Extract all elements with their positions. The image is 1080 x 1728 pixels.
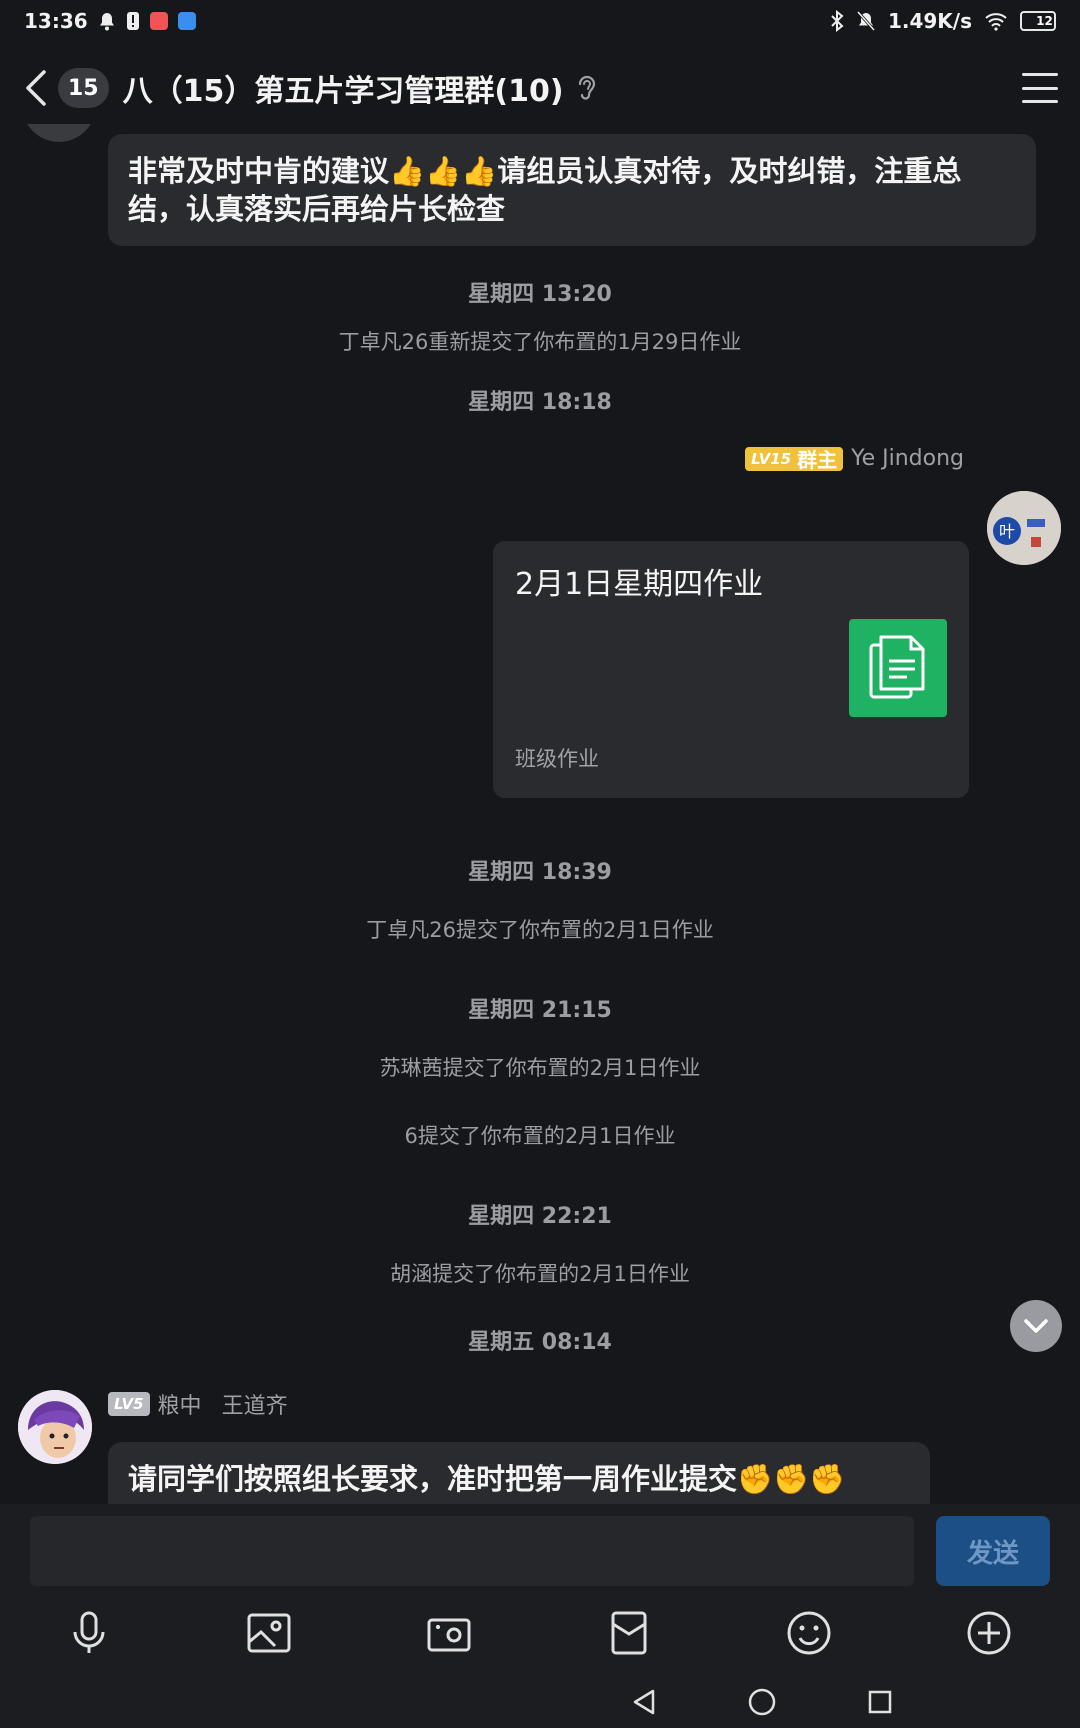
red-packet-icon[interactable]	[604, 1608, 654, 1658]
home-circle-icon[interactable]	[742, 1684, 782, 1720]
app-notification-icon	[177, 12, 196, 30]
system-notice: 胡涵提交了你布置的2月1日作业	[390, 1262, 690, 1286]
file-title: 2月1日星期四作业	[515, 567, 764, 602]
system-notice: 苏琳茜提交了你布置的2月1日作业	[379, 1056, 701, 1080]
file-card[interactable]: 2月1日星期四作业 班级作业	[493, 541, 969, 798]
mute-bell-icon	[856, 11, 876, 31]
timestamp: 星期四 13:20	[468, 282, 612, 307]
image-icon[interactable]	[244, 1608, 294, 1658]
chevron-down-icon	[1024, 1319, 1048, 1333]
level-badge: LV15 群主	[745, 446, 844, 472]
avatar-initial: 叶	[999, 522, 1015, 541]
battery-icon: 12	[1020, 11, 1056, 31]
timestamp: 星期四 18:18	[468, 390, 612, 415]
avatar[interactable]: 叶	[987, 491, 1061, 565]
system-notice: 丁卓凡26重新提交了你布置的1月29日作业	[338, 330, 742, 354]
status-time: 13:36	[24, 9, 88, 33]
input-toolbar	[0, 1592, 1080, 1676]
earpiece-mode-icon	[578, 75, 595, 100]
scroll-to-bottom-button[interactable]	[1010, 1300, 1062, 1352]
document-icon	[849, 619, 947, 717]
app-notification-icon	[149, 12, 168, 30]
notification-bell-icon	[99, 13, 114, 31]
sender-name: Ye Jindong	[851, 446, 964, 471]
sender-info: LV15 群主 Ye Jindong	[745, 446, 964, 472]
bluetooth-icon	[831, 10, 844, 32]
avatar[interactable]	[18, 1390, 92, 1464]
message-bubble[interactable]: 非常及时中肯的建议👍👍👍请组员认真对待，及时纠错，注重总结，认真落实后再给片长检…	[108, 134, 1036, 246]
plus-icon[interactable]	[964, 1608, 1014, 1658]
level-badge: LV5	[108, 1392, 150, 1416]
send-button[interactable]: 发送	[936, 1516, 1050, 1586]
unread-count-badge[interactable]: 15	[58, 68, 109, 108]
back-button[interactable]	[22, 68, 52, 108]
system-notice: 丁卓凡26提交了你布置的2月1日作业	[366, 918, 714, 942]
input-bar: 发送	[0, 1504, 1080, 1592]
timestamp: 星期四 22:21	[468, 1204, 612, 1229]
back-triangle-icon[interactable]	[624, 1684, 664, 1720]
timestamp: 星期四 21:15	[468, 998, 612, 1023]
sender-info: LV5 粮中 王道齐	[108, 1388, 288, 1420]
avatar[interactable]	[22, 124, 96, 142]
emoji-icon[interactable]	[784, 1608, 834, 1658]
chat-header: 15 八（15）第五片学习管理群(10)	[0, 52, 1080, 124]
system-notice: 6提交了你布置的2月1日作业	[404, 1124, 676, 1148]
group-title[interactable]: 八（15）第五片学习管理群(10)	[123, 66, 564, 110]
message-bubble[interactable]: 请同学们按照组长要求，准时把第一周作业提交✊✊✊	[108, 1442, 930, 1504]
status-bar: 13:36 1.49K/s 12	[0, 0, 1080, 42]
member-title: 粮中	[157, 1394, 202, 1419]
menu-button[interactable]	[1022, 73, 1058, 103]
message-list[interactable]: 非常及时中肯的建议👍👍👍请组员认真对待，及时纠错，注重总结，认真落实后再给片长检…	[0, 124, 1080, 1504]
camera-icon[interactable]	[424, 1608, 474, 1658]
microphone-icon[interactable]	[64, 1608, 114, 1658]
network-speed: 1.49K/s	[887, 9, 972, 33]
recent-square-icon[interactable]	[860, 1684, 900, 1720]
timestamp: 星期五 08:14	[468, 1330, 612, 1355]
alert-icon	[126, 12, 139, 30]
chevron-left-icon	[26, 70, 46, 106]
file-source: 班级作业	[515, 747, 599, 771]
sender-name: 王道齐	[221, 1394, 288, 1419]
message-input[interactable]	[30, 1516, 914, 1586]
wifi-icon	[985, 13, 1007, 31]
system-nav-bar	[0, 1676, 1080, 1728]
timestamp: 星期四 18:39	[468, 860, 612, 885]
